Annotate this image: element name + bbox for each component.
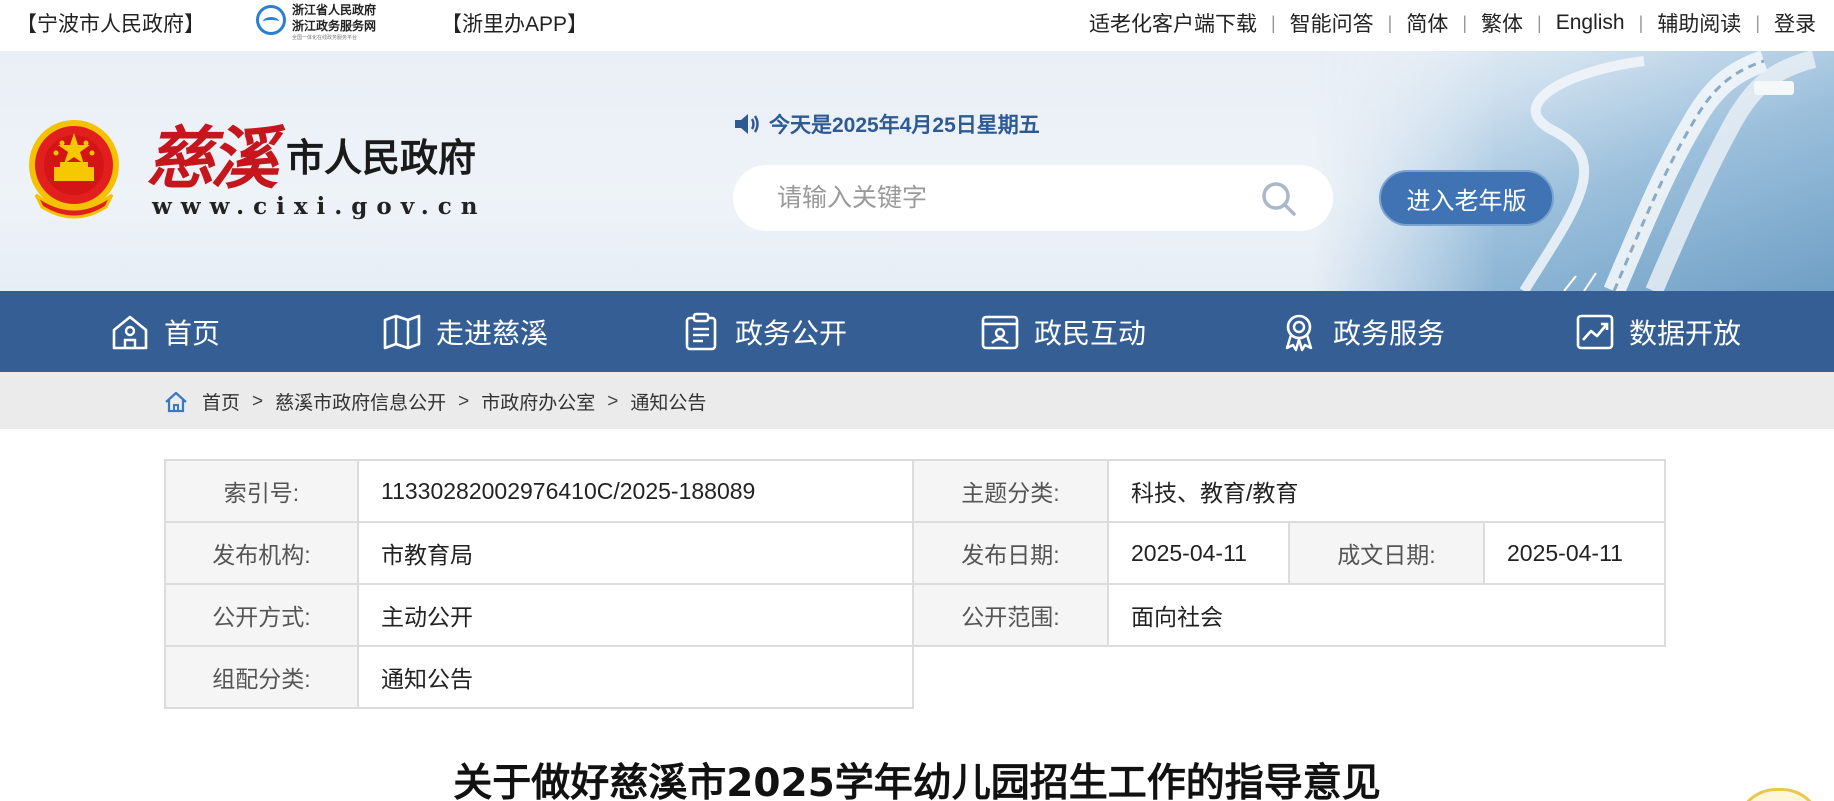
nav-item-data-open[interactable]: 数据开放 — [1575, 291, 1741, 372]
breadcrumb-separator: > — [607, 390, 619, 412]
publish-date-label: 发布日期: — [912, 521, 1109, 585]
nav-item-label: 政民互动 — [1034, 317, 1147, 349]
login-link[interactable]: 登录 — [1774, 8, 1816, 38]
nav-item-label: 政务公开 — [735, 317, 848, 349]
document-date-label: 成文日期: — [1288, 521, 1485, 585]
breadcrumb: 首页 > 慈溪市政府信息公开 > 市政府办公室 > 通知公告 — [0, 372, 1834, 429]
award-icon — [1285, 314, 1313, 351]
home-icon — [112, 315, 148, 349]
disclosure-mode-label: 公开方式: — [164, 583, 359, 647]
zj-logo-line2: 浙江政务服务网 — [292, 19, 377, 33]
nav-item-label: 政务服务 — [1333, 317, 1446, 349]
nav-item-about-cixi[interactable]: 走进慈溪 — [382, 291, 548, 372]
disclosure-mode-value: 主动公开 — [357, 583, 914, 647]
document-date-value: 2025-04-11 — [1482, 521, 1667, 585]
document-info-table: 索引号: 11330282002976410C/2025-188089 主题分类… — [164, 459, 1667, 709]
speaker-icon — [735, 114, 759, 134]
ningbo-gov-link[interactable]: 【宁波市人民政府】 — [16, 8, 205, 38]
smart-qa-link[interactable]: 智能问答 — [1290, 8, 1374, 38]
main-nav: 首页 走进慈溪 政务公开 政民互动 政务服务 数据开放 — [0, 291, 1834, 372]
zhejiang-gov-logo[interactable]: 浙江省人民政府 浙江政务服务网 全国一体化在线政务服务平台 — [254, 0, 384, 44]
id-card-icon — [981, 315, 1019, 349]
nav-item-label: 走进慈溪 — [436, 317, 549, 349]
breadcrumb-info-open[interactable]: 慈溪市政府信息公开 — [275, 388, 446, 415]
divider: | — [1537, 12, 1542, 33]
nav-item-home[interactable]: 首页 — [110, 291, 220, 372]
nav-item-gov-services[interactable]: 政务服务 — [1279, 291, 1445, 372]
today-date-text: 今天是2025年4月25日星期五 — [769, 114, 1040, 137]
top-right-links: 适老化客户端下载 | 智能问答 | 简体 | 繁体 | English | 辅助… — [1089, 8, 1816, 38]
disclosure-scope-label: 公开范围: — [912, 583, 1109, 647]
site-name-cixi: 慈溪 — [146, 119, 278, 199]
index-number-value: 11330282002976410C/2025-188089 — [357, 459, 914, 523]
date-line: 今天是2025年4月25日星期五 — [733, 109, 1040, 139]
zhejiang-logo-icon — [256, 5, 286, 35]
publisher-label: 发布机构: — [164, 521, 359, 585]
zheliban-app-link[interactable]: 【浙里办APP】 — [441, 8, 588, 38]
traditional-chinese-link[interactable]: 繁体 — [1481, 8, 1523, 38]
english-link[interactable]: English — [1556, 11, 1625, 35]
category-value: 通知公告 — [357, 645, 914, 709]
topic-category-label: 主题分类: — [912, 459, 1109, 523]
elder-version-button[interactable]: 进入老年版 — [1379, 170, 1554, 226]
simplified-chinese-link[interactable]: 简体 — [1406, 8, 1448, 38]
breadcrumb-gov-office[interactable]: 市政府办公室 — [481, 388, 595, 415]
site-name-gov: 市人民政府 — [286, 135, 477, 180]
site-header: 慈溪 市人民政府 www.cixi.gov.cn 今天是2025年4月25日星期… — [0, 51, 1834, 291]
divider: | — [1387, 12, 1393, 33]
disclosure-scope-value: 面向社会 — [1106, 583, 1667, 647]
bridge-banner-image — [1314, 51, 1834, 291]
divider: | — [1638, 12, 1644, 33]
chart-icon — [1576, 314, 1614, 349]
search-icon[interactable] — [1261, 181, 1297, 217]
search-box — [733, 165, 1333, 231]
breadcrumb-separator: > — [252, 390, 264, 412]
category-label: 组配分类: — [164, 645, 359, 709]
article-title: 关于做好慈溪市2025学年幼儿园招生工作的指导意见 — [453, 761, 1381, 801]
zj-logo-line3: 全国一体化在线政务服务平台 — [292, 35, 358, 41]
publisher-value: 市教育局 — [357, 521, 914, 585]
empty-cell — [913, 646, 1666, 708]
divider: | — [1755, 12, 1760, 33]
nav-item-gov-affairs-open[interactable]: 政务公开 — [681, 291, 847, 372]
publish-date-value: 2025-04-11 — [1107, 521, 1290, 585]
zj-logo-line1: 浙江省人民政府 — [292, 3, 377, 17]
assisted-reading-link[interactable]: 辅助阅读 — [1657, 8, 1741, 38]
site-name[interactable]: 慈溪 市人民政府 — [146, 103, 476, 202]
site-url: www.cixi.gov.cn — [152, 193, 487, 220]
breadcrumb-notices[interactable]: 通知公告 — [630, 388, 706, 415]
nav-item-label: 首页 — [164, 317, 221, 349]
search-input[interactable] — [777, 179, 1227, 217]
top-utility-bar: 【宁波市人民政府】 浙江省人民政府 浙江政务服务网 全国一体化在线政务服务平台 … — [0, 0, 1834, 51]
divider: | — [1462, 12, 1468, 33]
map-icon — [383, 314, 421, 349]
clipboard-icon — [685, 312, 717, 350]
nav-item-interaction[interactable]: 政民互动 — [980, 291, 1146, 372]
index-number-label: 索引号: — [164, 459, 359, 523]
national-emblem-icon — [29, 120, 119, 219]
divider: | — [1270, 12, 1276, 33]
breadcrumb-home-icon — [165, 391, 187, 412]
breadcrumb-separator: > — [458, 390, 470, 412]
topic-category-value: 科技、教育/教育 — [1106, 459, 1667, 523]
nav-item-label: 数据开放 — [1629, 317, 1742, 349]
elder-client-download-link[interactable]: 适老化客户端下载 — [1089, 8, 1257, 38]
breadcrumb-home[interactable]: 首页 — [202, 388, 240, 415]
